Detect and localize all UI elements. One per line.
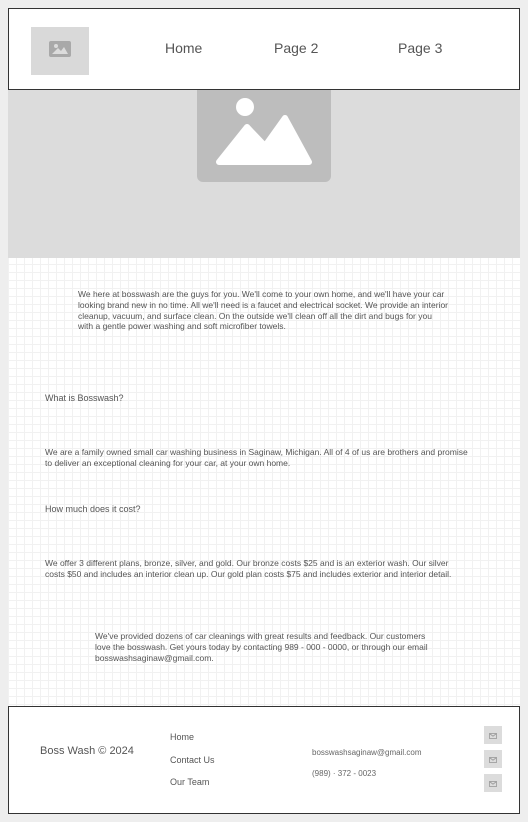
hero-banner [8,90,520,258]
nav-home[interactable]: Home [165,40,202,56]
cost-heading: How much does it cost? [45,504,141,514]
logo-placeholder[interactable] [31,27,89,75]
page: Home Page 2 Page 3 We here at bosswash a… [8,8,520,814]
about-heading: What is Bosswash? [45,393,124,403]
about-paragraph: We are a family owned small car washing … [45,447,468,468]
mail-icon [489,726,497,744]
footer-brand: Boss Wash © 2024 [40,745,134,757]
site-header: Home Page 2 Page 3 [8,8,520,90]
social-button-1[interactable] [484,726,502,744]
hero-image-placeholder [197,90,331,182]
social-button-3[interactable] [484,774,502,792]
nav-page-3[interactable]: Page 3 [398,40,442,56]
closing-paragraph: We've provided dozens of car cleanings w… [95,631,428,663]
mail-icon [489,750,497,768]
footer-link-contact-us[interactable]: Contact Us [170,755,215,765]
mail-icon [489,774,497,792]
cost-paragraph: We offer 3 different plans, bronze, silv… [45,558,452,579]
image-placeholder-icon [49,40,71,62]
intro-paragraph: We here at bosswash are the guys for you… [78,289,448,332]
footer-email[interactable]: bosswashsaginaw@gmail.com [312,748,422,757]
social-button-2[interactable] [484,750,502,768]
nav-page-2[interactable]: Page 2 [274,40,318,56]
image-placeholder-icon [197,98,331,186]
footer-phone: (989) · 372 - 0023 [312,769,377,778]
footer-link-our-team[interactable]: Our Team [170,777,209,787]
site-footer: Boss Wash © 2024 Home Contact Us Our Tea… [8,706,520,814]
footer-link-home[interactable]: Home [170,732,194,742]
